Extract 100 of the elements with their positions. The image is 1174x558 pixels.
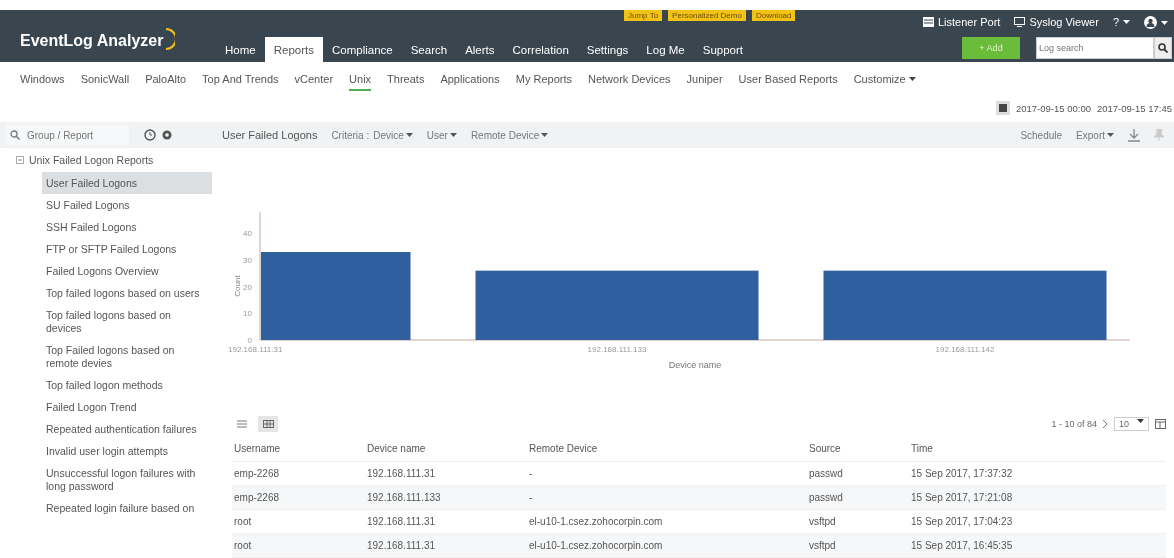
view-toggle-button[interactable] [258,416,278,432]
report-group[interactable]: Unix Failed Logon Reports [0,148,212,172]
user-menu[interactable] [1144,16,1168,29]
report-item[interactable]: Invalid user login attempts [42,440,212,462]
criteria-label: Criteria : [331,129,370,141]
caret-icon [449,133,457,137]
nav-tab[interactable]: Settings [577,37,638,62]
report-category-tab[interactable]: Top And Trends [202,69,279,91]
table-cell-text: 192.168.111.31 [367,540,437,551]
help-menu[interactable]: ? [1112,16,1130,28]
caret-icon [1123,20,1130,24]
filter-dropdown[interactable]: Remote Device [470,129,549,141]
report-item[interactable]: Repeated login failure based on [42,497,212,519]
column-header[interactable]: Username [234,443,367,454]
customize-menu[interactable]: Customize [853,69,916,91]
export-dropdown[interactable]: Export [1076,129,1114,141]
report-search-field[interactable]: Group / Report [6,125,129,145]
caret-icon [908,77,916,81]
nav-tab[interactable]: Alerts [456,37,504,62]
clock-icon[interactable] [144,129,156,141]
promo-link[interactable]: Download [751,10,796,21]
page-size-select[interactable]: 10 [1114,417,1149,431]
report-item[interactable]: Failed Logons Overview [42,260,212,282]
x-axis-title: Device name [668,360,722,370]
nav-tab[interactable]: Compliance [322,37,402,62]
table-cell-text: passwd [809,492,844,503]
table-cell-text: el-u10-1.csez.zohocorpin.com [529,516,664,527]
report-item[interactable]: Top Failed logons based on remote devies [42,339,212,374]
list-icon [923,17,934,27]
y-tick-label: 30 [243,256,252,265]
header-link[interactable]: Syslog Viewer [1014,16,1099,28]
y-tick-label: 20 [243,282,252,292]
nav-tab[interactable]: Home [216,37,265,62]
calendar-icon[interactable] [995,101,1010,115]
collapse-icon [16,156,24,164]
columns-icon[interactable] [1155,419,1166,429]
x-tick-label: 192.168.111.142 [935,345,995,354]
schedule-link[interactable]: Schedule [1020,129,1063,141]
promo-link[interactable]: Personalized Demo [668,10,746,21]
report-item[interactable]: SSH Failed Logons [42,216,212,238]
report-category-tab[interactable]: My Reports [515,69,572,91]
header-link[interactable]: Listener Port [923,16,1001,28]
y-axis-title: Count [233,275,242,297]
nav-tab[interactable]: Support [693,37,752,62]
next-page-icon[interactable] [1103,420,1108,428]
report-category-tab[interactable]: SonicWall [80,69,130,91]
column-header[interactable]: Remote Device [529,443,809,454]
report-category-tab[interactable]: Juniper [686,69,723,91]
nav-tab[interactable]: Search [401,37,457,62]
nav-tab[interactable]: Reports [264,37,323,62]
download-icon[interactable] [1128,128,1140,142]
report-item[interactable]: SU Failed Logons [42,194,212,216]
report-category-tab[interactable]: vCenter [294,69,334,91]
column-header[interactable]: Source [809,443,911,454]
nav-tab[interactable]: Log Me [637,37,694,62]
caret-icon [1161,20,1168,25]
filter-dropdown[interactable]: User [426,129,457,141]
table-cell-text: - [529,468,534,479]
table-cell-text: emp-2268 [234,468,281,479]
caret-icon [541,133,549,137]
table-cell-text: 192.168.111.133 [367,492,442,503]
report-category-tab[interactable]: Windows [20,69,65,91]
table-cell-text: vsftpd [809,540,837,551]
report-item[interactable]: FTP or SFTP Failed Logons [42,238,212,260]
y-tick-label: 40 [243,229,252,239]
report-category-tab[interactable]: Threats [387,69,425,91]
report-search-input[interactable]: Group / Report [25,128,125,142]
table-cell-text: 15 Sep 2017, 17:37:32 [911,468,1014,479]
report-category-tab[interactable]: Applications [440,69,500,91]
report-item[interactable]: Top failed logons based on users [42,282,212,304]
filter-dropdown[interactable]: Device [373,129,413,141]
date-to: 2017-09-15 17:45 [1097,102,1172,114]
app-logo: EventLog Analyzer [20,32,164,50]
x-tick-label: 192.168.111.133 [587,345,647,354]
nav-tab[interactable]: Correlation [503,37,578,62]
report-category-tab[interactable]: PaloAlto [145,69,187,91]
report-category-tab[interactable]: User Based Reports [738,69,838,91]
report-item[interactable]: Repeated authentication failures [42,418,212,440]
caret-icon [1137,419,1144,423]
table-cell-text: vsftpd [809,516,837,527]
search-icon [1158,43,1168,53]
search-button[interactable] [1154,37,1172,59]
column-header[interactable]: Time [911,443,1166,454]
report-item[interactable]: Unsuccessful logon failures with long password [42,462,212,497]
settings-icon[interactable] [161,129,173,141]
column-header[interactable]: Device name [367,443,529,454]
report-item[interactable]: Top failed logon methods [42,374,212,396]
table-cell-text: passwd [809,468,844,479]
date-from: 2017-09-15 00:00 [1015,102,1091,114]
search-field[interactable]: Log search [1036,37,1154,59]
table-cell-text: el-u10-1.csez.zohocorpin.com [529,540,664,551]
promo-link[interactable]: Jump To [624,10,663,21]
report-category-tab[interactable]: Network Devices [588,69,671,91]
report-item[interactable]: Top failed logons based on devices [42,304,212,339]
table-cell-text: 192.168.111.31 [367,516,437,527]
table-cell-text: - [529,492,534,503]
report-item[interactable]: Failed Logon Trend [42,396,212,418]
table-cell-text: 192.168.111.31 [367,468,437,479]
report-item[interactable]: User Failed Logons [42,172,212,194]
report-category-tab[interactable]: Unix [349,69,372,91]
